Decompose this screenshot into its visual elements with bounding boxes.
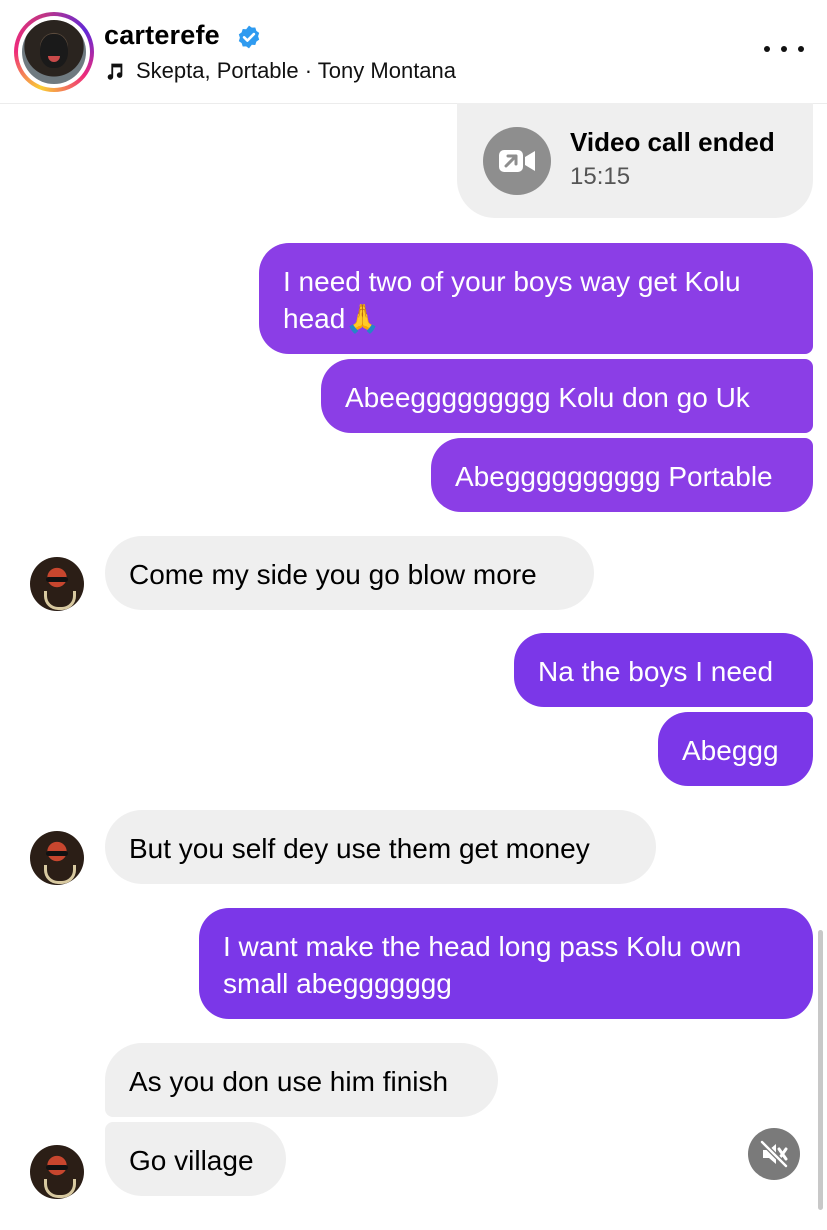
more-options-icon[interactable] (764, 34, 804, 64)
message-bubble-received[interactable]: As you don use him finish (105, 1043, 498, 1117)
message-bubble-received[interactable]: Go village (105, 1122, 286, 1196)
contact-avatar[interactable] (30, 831, 84, 885)
scrollbar[interactable] (818, 930, 823, 1210)
call-title: Video call ended (570, 127, 775, 157)
username[interactable]: carterefe (104, 20, 220, 51)
video-call-icon (483, 127, 551, 195)
music-info[interactable]: Skepta, Portable · Tony Montana (104, 58, 456, 84)
mute-toggle-button[interactable] (748, 1128, 800, 1180)
muted-speaker-icon (759, 1139, 789, 1169)
message-bubble-sent[interactable]: Na the boys I need (514, 633, 813, 707)
message-bubble-sent[interactable]: I want make the head long pass Kolu own … (199, 908, 813, 1019)
contact-avatar[interactable] (30, 557, 84, 611)
message-bubble-received[interactable]: But you self dey use them get money (105, 810, 656, 884)
message-bubble-sent[interactable]: I need two of your boys way get Kolu hea… (259, 243, 813, 354)
music-label: Skepta, Portable · Tony Montana (136, 58, 457, 83)
call-time: 15:15 (570, 163, 631, 190)
message-bubble-sent[interactable]: Abegggggggggg Portable (431, 438, 813, 512)
chat-header: carterefe Skepta, Portable · Tony Montan… (0, 0, 827, 104)
contact-avatar[interactable] (30, 1145, 84, 1199)
message-bubble-received[interactable]: Come my side you go blow more (105, 536, 594, 610)
video-call-ended-card[interactable]: Video call ended 15:15 (457, 103, 813, 218)
profile-avatar[interactable] (14, 12, 94, 92)
verified-badge-icon (238, 25, 260, 49)
music-note-icon (107, 63, 123, 80)
message-bubble-sent[interactable]: Abeggg (658, 712, 813, 786)
message-bubble-sent[interactable]: Abeeggggggggg Kolu don go Uk (321, 359, 813, 433)
